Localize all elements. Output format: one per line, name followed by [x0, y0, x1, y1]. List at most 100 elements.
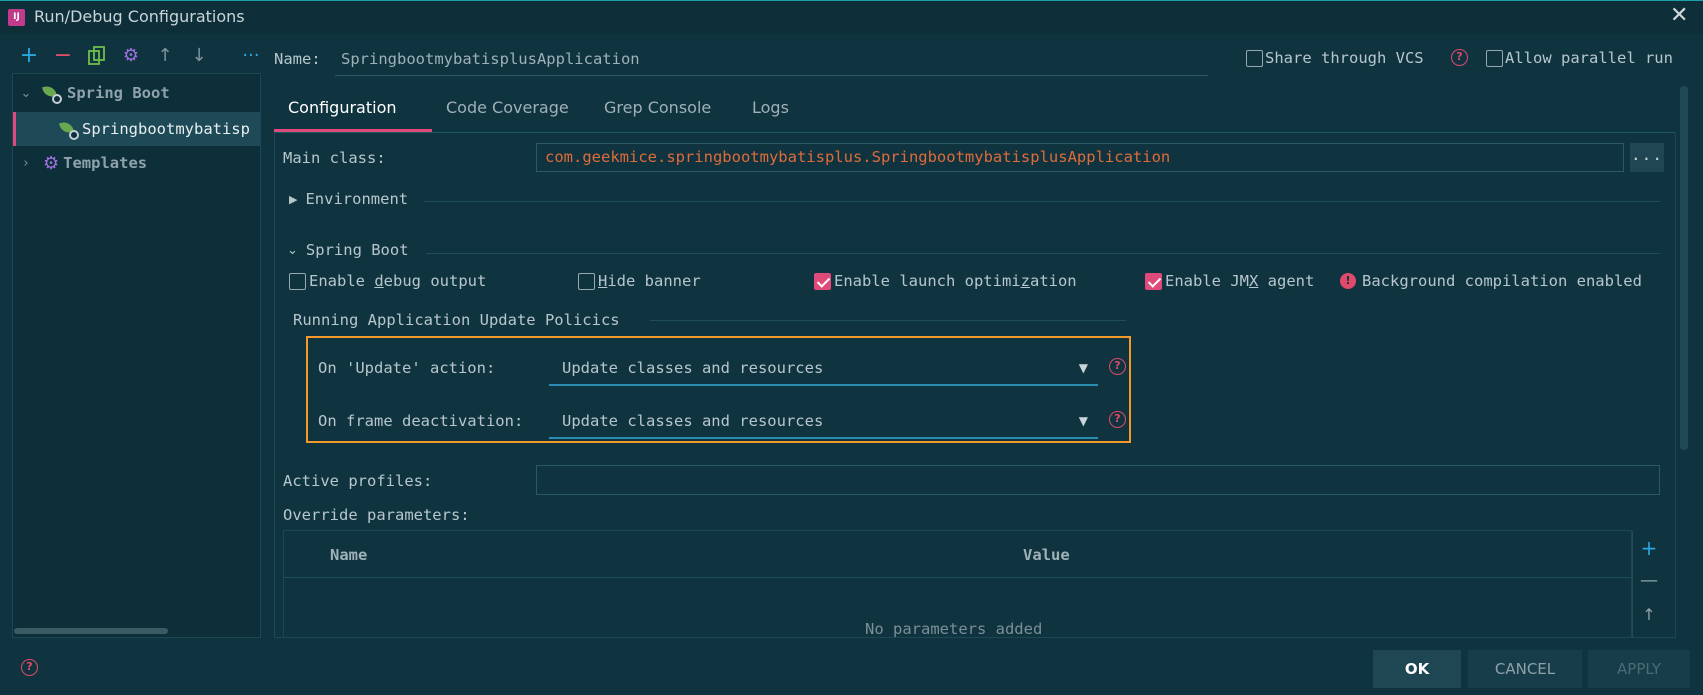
spring-boot-section-label: Spring Boot: [305, 241, 409, 259]
checkbox-box[interactable]: [289, 272, 306, 290]
allow-parallel-label: Allow parallel run: [1505, 49, 1673, 67]
main-class-field[interactable]: com.geekmice.springbootmybatisplus.Sprin…: [536, 143, 1624, 172]
divider: [424, 201, 1660, 202]
checkbox-label: Enable JMX agent: [1165, 272, 1315, 290]
divider: [650, 320, 1126, 321]
arrow-down-icon[interactable]: ↓: [191, 45, 206, 66]
checkbox-label: Hide banner: [598, 272, 701, 290]
background-compilation-label: Background compilation enabled: [1362, 272, 1642, 290]
dropdown-arrow-icon[interactable]: ▼: [1079, 352, 1088, 384]
help-icon[interactable]: ?: [1109, 358, 1126, 375]
chevron-down-icon[interactable]: ⌄: [287, 243, 298, 258]
checkbox-label: Enable debug output: [309, 272, 487, 290]
apply-button[interactable]: APPLY: [1588, 650, 1690, 688]
help-icon[interactable]: ?: [1109, 411, 1126, 428]
name-field[interactable]: SpringbootmybatisplusApplication: [335, 44, 1208, 76]
name-label: Name:: [274, 50, 321, 68]
plus-icon[interactable]: +: [20, 43, 38, 68]
move-up-button[interactable]: ↑: [153, 44, 177, 68]
edit-templates-button[interactable]: ⚙: [119, 44, 143, 68]
tab-configuration[interactable]: Configuration: [288, 98, 397, 117]
close-button[interactable]: ✕: [1670, 3, 1688, 28]
warning-icon: !: [1340, 273, 1356, 289]
enable-debug-output-checkbox[interactable]: Enable debug output: [289, 272, 486, 290]
window-title: Run/Debug Configurations: [34, 7, 245, 26]
move-parameter-up-button[interactable]: ↑: [1640, 605, 1658, 624]
more-icon[interactable]: ···: [242, 45, 259, 66]
chevron-down-icon[interactable]: ⌄: [19, 86, 33, 101]
tree-horizontal-scrollbar[interactable]: [14, 628, 168, 634]
divider: [426, 253, 1660, 254]
active-profiles-label: Active profiles:: [283, 472, 433, 490]
ok-button[interactable]: OK: [1373, 650, 1461, 688]
tree-item-spring-boot[interactable]: ⌄ Spring Boot: [13, 76, 260, 110]
checkbox-box[interactable]: [1486, 49, 1503, 67]
checkbox-box-checked[interactable]: [1145, 272, 1162, 290]
empty-table-text: No parameters added: [865, 620, 1043, 638]
add-configuration-button[interactable]: +: [17, 44, 41, 68]
tree-item-label: Templates: [63, 154, 148, 172]
update-action-select[interactable]: Update classes and resources ▼: [549, 352, 1098, 386]
active-profiles-field[interactable]: [536, 465, 1660, 495]
tab-grep-console[interactable]: Grep Console: [604, 98, 711, 117]
tree-item-templates[interactable]: › ⚙ Templates: [13, 146, 260, 180]
divider: [1632, 531, 1633, 638]
chevron-right-icon[interactable]: ▶: [289, 193, 297, 206]
intellij-icon: IJ: [8, 9, 25, 26]
environment-section-toggle[interactable]: ▶ Environment: [289, 190, 408, 208]
frame-deactivation-label: On frame deactivation:: [318, 412, 524, 430]
chevron-right-icon[interactable]: ›: [19, 156, 33, 171]
update-action-value: Update classes and resources: [562, 359, 824, 377]
environment-label: Environment: [305, 190, 409, 208]
gear-icon: ⚙: [43, 152, 60, 174]
remove-configuration-button[interactable]: −: [51, 44, 75, 68]
frame-deactivation-value: Update classes and resources: [562, 412, 824, 430]
background-compilation-status: ! Background compilation enabled: [1340, 272, 1642, 290]
share-vcs-label: Share through VCS: [1265, 49, 1424, 67]
tree-item-label: Springbootmybatisp: [82, 120, 250, 138]
main-class-label: Main class:: [283, 149, 386, 167]
close-icon[interactable]: ✕: [1670, 3, 1688, 28]
arrow-up-icon[interactable]: ↑: [1642, 605, 1655, 624]
cancel-button[interactable]: CANCEL: [1468, 650, 1582, 688]
tab-code-coverage[interactable]: Code Coverage: [446, 98, 569, 117]
spring-boot-section-toggle[interactable]: ⌄ Spring Boot: [287, 241, 409, 259]
more-actions-button[interactable]: ···: [239, 44, 263, 68]
copy-icon[interactable]: [88, 46, 106, 66]
help-icon[interactable]: ?: [21, 659, 38, 676]
checkbox-label: Enable launch optimization: [834, 272, 1077, 290]
override-parameters-label: Override parameters:: [283, 506, 470, 524]
checkbox-box[interactable]: [578, 272, 595, 290]
share-vcs-checkbox[interactable]: Share through VCS: [1246, 49, 1424, 67]
tab-logs[interactable]: Logs: [752, 98, 789, 117]
help-icon[interactable]: ?: [1451, 49, 1468, 66]
spring-boot-icon: [59, 120, 79, 140]
dropdown-arrow-icon[interactable]: ▼: [1079, 405, 1088, 437]
tree-item-springboot-app[interactable]: Springbootmybatisp: [13, 112, 260, 146]
update-action-label: On 'Update' action:: [318, 359, 496, 377]
hide-banner-checkbox[interactable]: Hide banner: [578, 272, 701, 290]
checkbox-box-checked[interactable]: [814, 272, 831, 290]
frame-deactivation-select[interactable]: Update classes and resources ▼: [549, 405, 1098, 439]
plus-icon[interactable]: +: [1641, 536, 1658, 560]
enable-launch-optimization-checkbox[interactable]: Enable launch optimization: [814, 272, 1077, 290]
arrow-up-icon[interactable]: ↑: [157, 45, 172, 66]
column-header-name[interactable]: Name: [330, 546, 367, 564]
column-header-value[interactable]: Value: [1023, 546, 1070, 564]
minus-icon[interactable]: −: [54, 43, 72, 68]
checkbox-box[interactable]: [1246, 49, 1263, 67]
add-parameter-button[interactable]: +: [1640, 536, 1658, 560]
title-bar: [0, 0, 1703, 34]
allow-parallel-checkbox[interactable]: Allow parallel run: [1486, 49, 1673, 67]
minus-icon[interactable]: —: [1640, 570, 1658, 591]
divider: [284, 577, 1632, 578]
browse-button[interactable]: ...: [1630, 143, 1664, 172]
update-policies-title: Running Application Update Policics: [293, 311, 620, 329]
move-down-button[interactable]: ↓: [187, 44, 211, 68]
vertical-scrollbar[interactable]: [1680, 86, 1688, 450]
tree-item-label: Spring Boot: [67, 84, 170, 102]
enable-jmx-agent-checkbox[interactable]: Enable JMX agent: [1145, 272, 1314, 290]
copy-configuration-button[interactable]: [85, 44, 109, 68]
remove-parameter-button[interactable]: —: [1640, 570, 1658, 591]
gear-icon[interactable]: ⚙: [123, 45, 139, 66]
